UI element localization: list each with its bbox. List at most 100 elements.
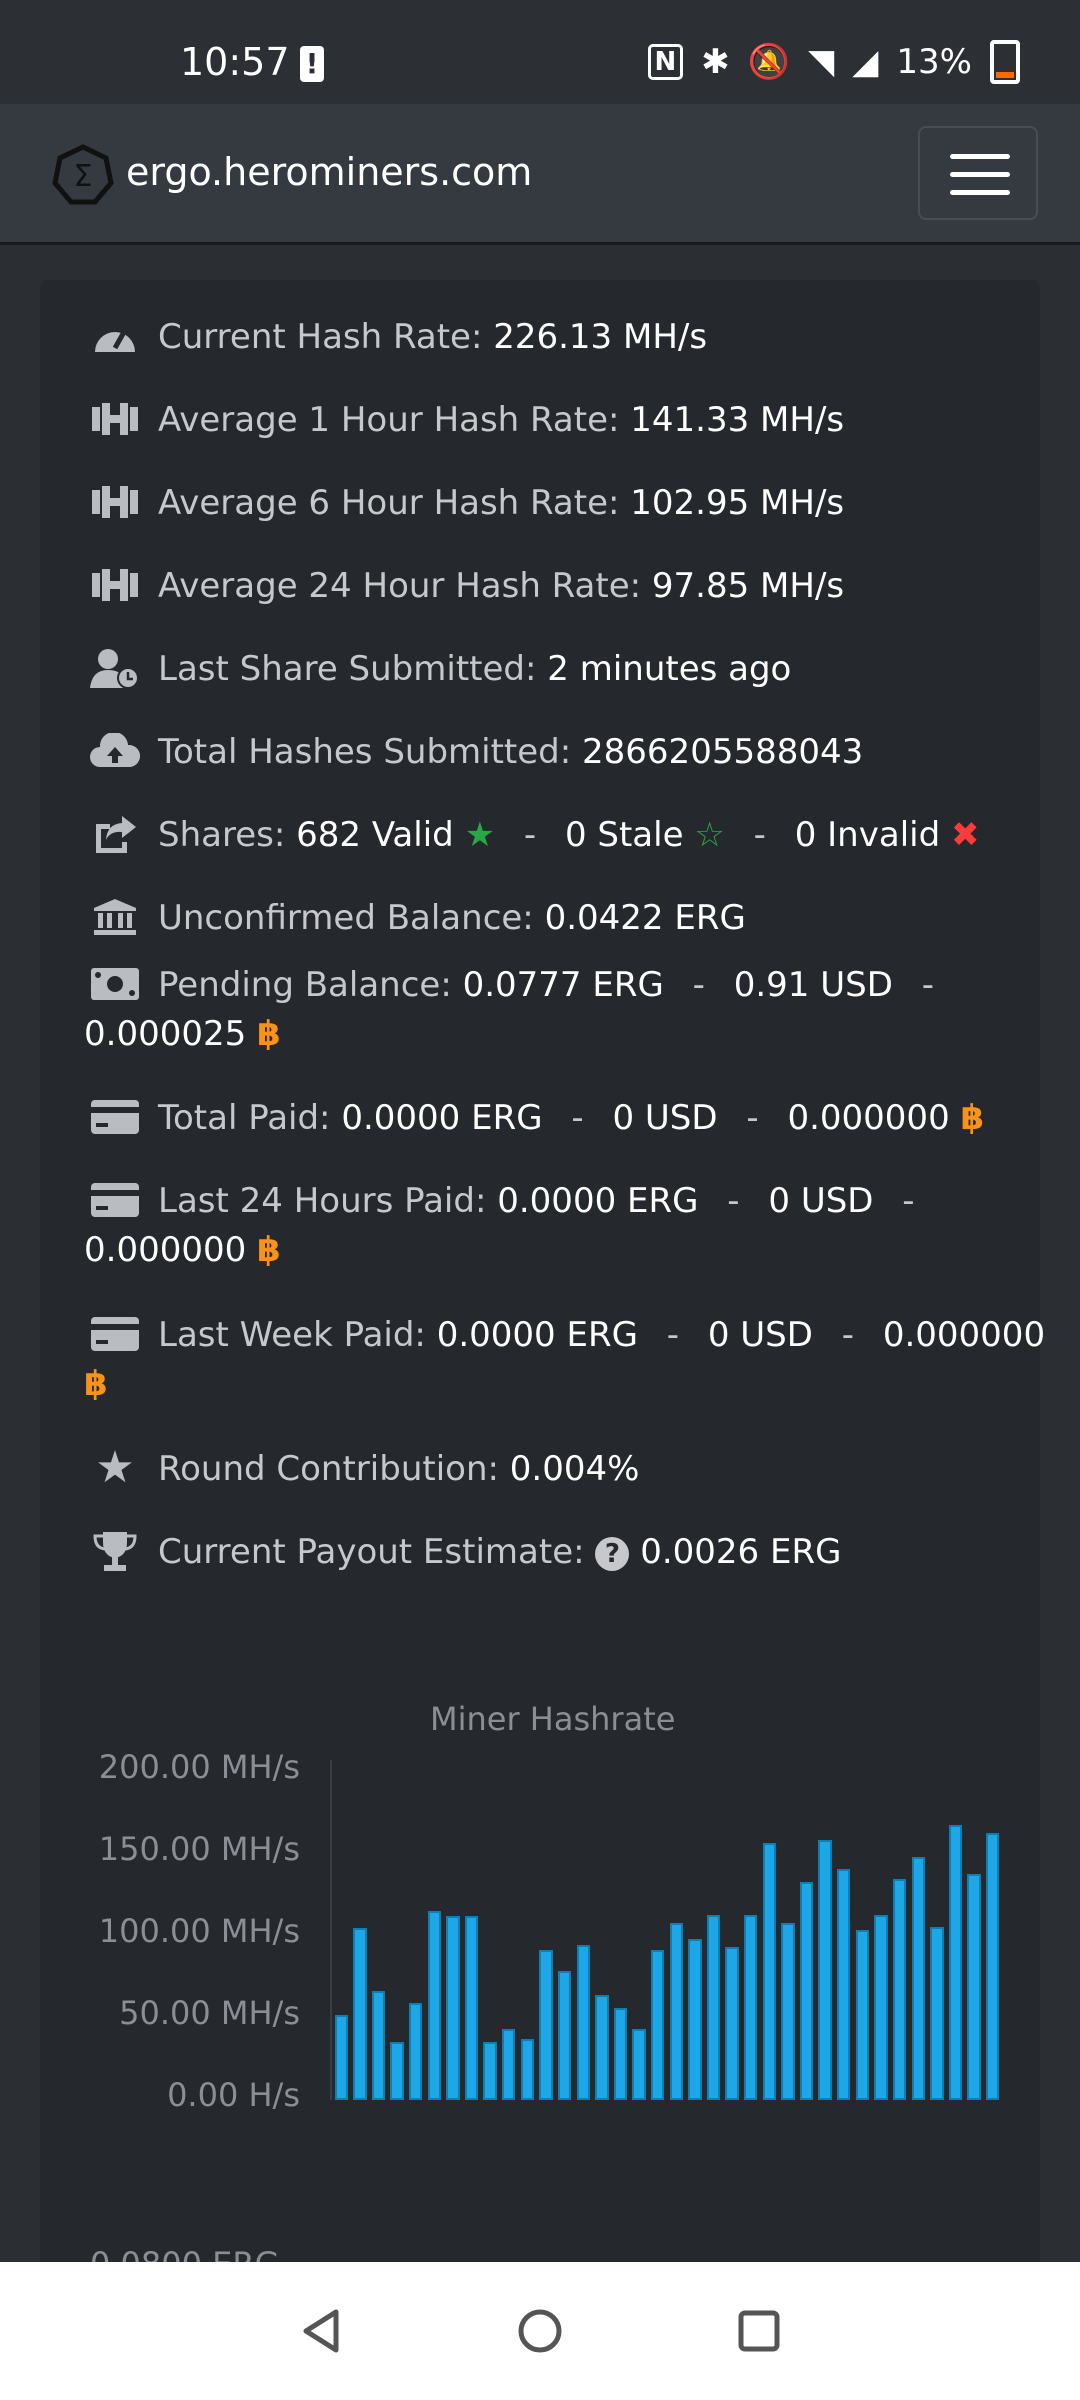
bitcoin-icon: ฿ (84, 1364, 108, 1404)
hashrate-bar[interactable] (632, 2028, 646, 2100)
current-hashrate-row: Current Hash Rate: 226.13 MH/s (90, 310, 707, 364)
hashrate-bar[interactable] (688, 1938, 702, 2100)
avg1-row: Average 1 Hour Hash Rate: 141.33 MH/s (90, 393, 844, 447)
site-name[interactable]: ergo.herominers.com (126, 150, 532, 194)
hamburger-menu-button[interactable] (918, 126, 1038, 220)
hashrate-bar[interactable] (464, 1916, 479, 2100)
valid-shares: 682 Valid (296, 815, 454, 855)
dumbbell-icon (90, 480, 140, 524)
total-paid-btc: 0.000000 (787, 1098, 950, 1138)
last24-usd: 0 USD (768, 1181, 874, 1221)
recents-icon[interactable] (734, 2306, 784, 2356)
hashrate-bar[interactable] (930, 1926, 944, 2100)
hashrate-bar[interactable] (706, 1914, 721, 2100)
last24-btc-line: 0.000000 ฿ (84, 1230, 281, 1270)
wifi-icon: ◥ (808, 42, 835, 82)
y-tick-label: 100.00 MH/s (98, 1912, 300, 1950)
unconfirmed-row: Unconfirmed Balance: 0.0422 ERG (90, 891, 746, 945)
hashrate-bar[interactable] (502, 2028, 516, 2100)
hashrate-bar[interactable] (874, 1914, 888, 2100)
bitcoin-icon: ฿ (257, 1230, 281, 1270)
chart-title: Miner Hashrate (430, 1700, 676, 1738)
hashrate-bar[interactable] (371, 1991, 386, 2100)
unconfirmed-value: 0.0422 ERG (544, 898, 746, 938)
pending-row: Pending Balance: 0.0777 ERG - 0.91 USD - (90, 958, 952, 1012)
last24-btc: 0.000000 (84, 1230, 247, 1270)
hashrate-bar[interactable] (855, 1930, 870, 2100)
y-tick-label: 0.00 H/s (167, 2076, 300, 2114)
filled-star-icon: ★ (464, 815, 496, 855)
hashrate-bar[interactable] (669, 1923, 683, 2100)
hashrate-bar[interactable] (948, 1824, 963, 2100)
help-question-icon[interactable]: ? (595, 1536, 630, 1571)
hashrate-bar[interactable] (390, 2042, 404, 2100)
lastweek-paid-row: Last Week Paid: 0.0000 ERG - 0 USD - 0.0… (90, 1308, 1045, 1362)
lastweek-erg: 0.0000 ERG (436, 1315, 638, 1355)
hashrate-bar[interactable] (799, 1882, 814, 2100)
hashrate-bar[interactable] (744, 1914, 758, 2100)
top-navbar: Σ ergo.herominers.com (0, 104, 1080, 245)
hashrate-bar[interactable] (427, 1911, 442, 2100)
payout-estimate-value: 0.0026 ERG (640, 1532, 842, 1572)
gauge-icon (90, 314, 140, 358)
lastweek-btc-line: ฿ (84, 1364, 108, 1404)
total-paid-erg: 0.0000 ERG (341, 1098, 543, 1138)
y-tick-label: 50.00 MH/s (119, 1994, 300, 2032)
svg-text:Σ: Σ (74, 159, 93, 194)
hashrate-bar[interactable] (892, 1879, 907, 2100)
outline-star-icon: ☆ (694, 815, 725, 855)
bitcoin-icon: ฿ (257, 1014, 281, 1054)
hashrate-bar[interactable] (781, 1923, 795, 2100)
status-time: 10:57 (180, 40, 290, 84)
payout-estimate-row: Current Payout Estimate: ? 0.0026 ERG (90, 1525, 841, 1579)
battery-icon (990, 40, 1020, 84)
last-share-row: Last Share Submitted: 2 minutes ago (90, 642, 791, 696)
hashrate-bar[interactable] (911, 1856, 925, 2100)
total-paid-usd: 0 USD (612, 1098, 718, 1138)
current-hashrate-value: 226.13 MH/s (493, 317, 708, 357)
hashrate-bar[interactable] (967, 1873, 981, 2100)
bluetooth-icon: ✱ (701, 42, 730, 82)
hashrate-bar[interactable] (539, 1950, 553, 2100)
hashrate-bar[interactable] (650, 1950, 665, 2100)
hashrate-bar[interactable] (483, 2042, 497, 2100)
close-icon: ✖ (950, 815, 980, 855)
avg24-value: 97.85 MH/s (651, 566, 845, 606)
user-clock-icon (90, 646, 140, 690)
hashrate-bar[interactable] (595, 1994, 609, 2100)
credit-card-icon (90, 1095, 140, 1139)
hashrate-bar[interactable] (576, 1945, 590, 2100)
hashrate-bar[interactable] (334, 2015, 348, 2100)
hashrate-bar[interactable] (446, 1916, 460, 2100)
y-tick-label: 150.00 MH/s (98, 1830, 300, 1868)
total-hashes-row: Total Hashes Submitted: 2866205588043 (90, 725, 863, 779)
back-icon[interactable] (296, 2306, 346, 2356)
invalid-shares: 0 Invalid (794, 815, 941, 855)
hashrate-bar[interactable] (409, 2003, 423, 2100)
bank-icon (90, 895, 140, 939)
dumbbell-icon (90, 397, 140, 441)
avg24-row: Average 24 Hour Hash Rate: 97.85 MH/s (90, 559, 844, 613)
hashrate-bar[interactable] (520, 2038, 535, 2100)
hashrate-bar[interactable] (725, 1947, 739, 2100)
hashrate-bar[interactable] (353, 1928, 367, 2100)
home-icon[interactable] (515, 2306, 565, 2356)
hashrate-bar[interactable] (613, 2008, 628, 2100)
credit-card-icon (90, 1312, 140, 1356)
hashrate-bar[interactable] (985, 1833, 1000, 2100)
last24-erg: 0.0000 ERG (497, 1181, 699, 1221)
hashrate-bar[interactable] (818, 1839, 832, 2100)
hashrate-bar[interactable] (837, 1868, 851, 2100)
star-icon: ★ (95, 1441, 135, 1493)
last24-paid-row: Last 24 Hours Paid: 0.0000 ERG - 0 USD - (90, 1174, 933, 1228)
total-hashes-value: 2866205588043 (582, 732, 864, 772)
ergo-logo-icon[interactable]: Σ (52, 144, 114, 206)
status-icons: N ✱ 🔕 ◥ ◢ 13% (647, 40, 1020, 84)
cloud-upload-icon (90, 729, 140, 773)
status-bar: 10:57 N ✱ 🔕 ◥ ◢ 13% (0, 0, 1080, 104)
hashrate-bar-chart (330, 1760, 1002, 2100)
hashrate-bar[interactable] (557, 1970, 572, 2100)
hashrate-bar[interactable] (762, 1843, 777, 2100)
pending-erg: 0.0777 ERG (462, 965, 664, 1005)
trophy-icon (90, 1529, 140, 1573)
